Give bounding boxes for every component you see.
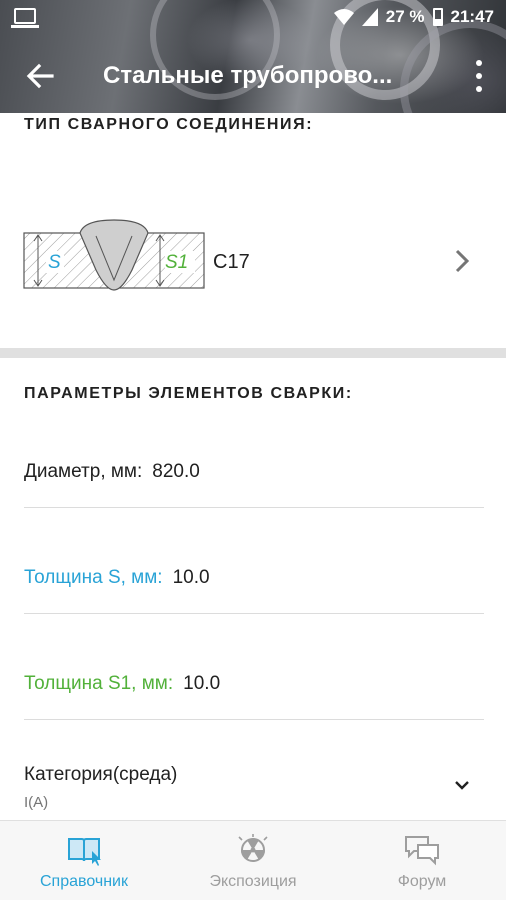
wifi-icon xyxy=(333,9,354,25)
section-divider xyxy=(0,348,506,358)
toolbar: Стальные трубопрово... xyxy=(0,48,506,104)
clock: 21:47 xyxy=(450,7,494,26)
chat-bubbles-icon xyxy=(405,836,439,866)
app-header: 27 % 21:47 Стальные трубопрово... xyxy=(0,0,506,113)
back-arrow-icon[interactable] xyxy=(24,60,56,92)
radiation-icon xyxy=(238,834,268,862)
weld-label-s1: S1 xyxy=(165,252,188,273)
weld-joint-diagram[interactable]: S S1 xyxy=(22,218,206,294)
overflow-menu-button[interactable] xyxy=(474,60,484,92)
divider xyxy=(24,613,484,614)
status-bar: 27 % 21:47 xyxy=(0,0,506,36)
weld-params-heading: ПАРАМЕТРЫ ЭЛЕМЕНТОВ СВАРКИ: xyxy=(24,385,353,402)
bottom-navigation: Справочник Экспозиция Форум xyxy=(0,820,506,900)
battery-icon xyxy=(432,8,443,26)
divider xyxy=(24,507,484,508)
main-content: ТИП СВАРНОГО СОЕДИНЕНИЯ: S S1 С17 ПАРАМЕ… xyxy=(0,113,506,819)
thickness-s1-value: 10.0 xyxy=(183,673,221,694)
diameter-row[interactable]: Диаметр, мм: 820.0 xyxy=(24,461,200,483)
chevron-down-icon[interactable] xyxy=(454,779,470,791)
nav-item-reference[interactable]: Справочник xyxy=(0,821,168,900)
category-value: I(A) xyxy=(24,794,49,811)
nav-label-exposition: Экспозиция xyxy=(209,873,297,890)
book-icon xyxy=(68,838,101,866)
weld-label-s: S xyxy=(48,252,61,273)
nav-label-reference: Справочник xyxy=(40,873,128,890)
thickness-s-row[interactable]: Толщина S, мм: 10.0 xyxy=(24,567,210,589)
nav-item-forum[interactable]: Форум xyxy=(338,821,506,900)
category-label[interactable]: Категория(среда) xyxy=(24,764,177,786)
battery-percent: 27 % xyxy=(385,7,425,26)
weld-code: С17 xyxy=(213,251,250,273)
nav-label-forum: Форум xyxy=(397,873,447,890)
signal-icon xyxy=(361,8,378,26)
thickness-s-label: Толщина S, мм: xyxy=(24,567,163,588)
laptop-icon xyxy=(11,8,39,28)
diameter-value: 820.0 xyxy=(152,461,200,482)
divider xyxy=(24,719,484,720)
thickness-s-value: 10.0 xyxy=(172,567,210,588)
thickness-s1-label: Толщина S1, мм: xyxy=(24,673,174,694)
diameter-label: Диаметр, мм: xyxy=(24,461,143,482)
nav-item-exposition[interactable]: Экспозиция xyxy=(169,821,337,900)
chevron-right-icon[interactable] xyxy=(452,246,472,276)
weld-type-heading: ТИП СВАРНОГО СОЕДИНЕНИЯ: xyxy=(24,116,314,133)
thickness-s1-row[interactable]: Толщина S1, мм: 10.0 xyxy=(24,673,220,695)
page-title: Стальные трубопрово... xyxy=(103,62,393,89)
